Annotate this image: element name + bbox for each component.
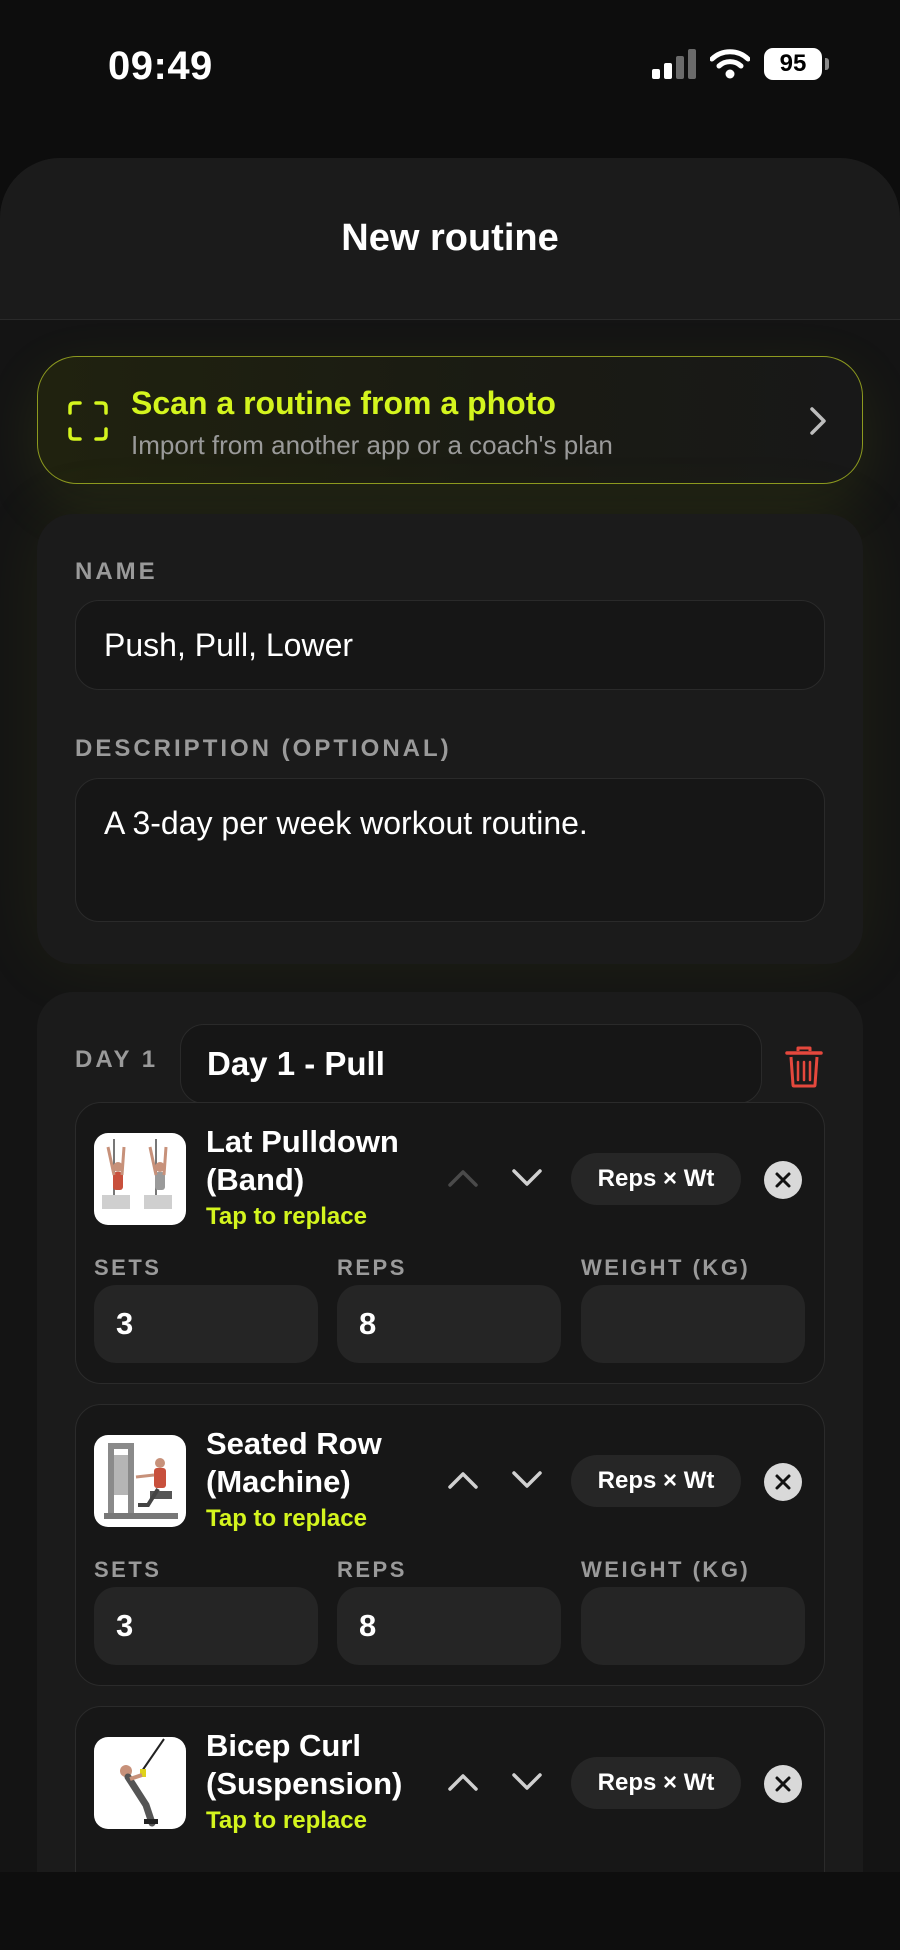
tap-to-replace-link[interactable]: Tap to replace (206, 1505, 367, 1533)
sets-label: SETS (94, 1255, 162, 1280)
move-up-icon[interactable] (446, 1469, 480, 1491)
bicep-curl-illustration (120, 1738, 165, 1827)
move-up-icon[interactable] (446, 1771, 480, 1793)
scan-routine-button[interactable]: Scan a routine from a photo Import from … (37, 356, 863, 484)
exercise-name[interactable]: Lat Pulldown (Band) (206, 1123, 436, 1199)
sets-input[interactable]: 3 (94, 1285, 318, 1363)
exercise-name-line2: (Machine) (206, 1464, 351, 1499)
day-card: DAY 1 Day 1 - Pull Lat Pulldown (Band) T… (37, 992, 863, 1950)
exercise-name[interactable]: Bicep Curl (Suspension) (206, 1727, 446, 1803)
mode-toggle-button[interactable]: Reps × Wt (571, 1153, 741, 1205)
status-bar: 09:49 95 (0, 0, 900, 130)
status-time: 09:49 (108, 44, 213, 88)
close-icon (775, 1172, 791, 1188)
exercise-name-line2: (Suspension) (206, 1766, 403, 1801)
day-label: DAY 1 (75, 1046, 159, 1073)
weight-label: WEIGHT (KG) (581, 1255, 751, 1280)
close-icon (775, 1776, 791, 1792)
routine-sheet: New routine Scan a routine from a photo … (0, 158, 900, 1950)
reps-label: REPS (337, 1557, 407, 1582)
scan-title: Scan a routine from a photo (131, 385, 556, 421)
description-field[interactable]: A 3-day per week workout routine. (75, 778, 825, 922)
routine-details-card: NAME Push, Pull, Lower DESCRIPTION (OPTI… (37, 514, 863, 964)
status-icons: 95 (652, 48, 829, 80)
exercise-thumbnail[interactable] (94, 1133, 186, 1225)
mode-toggle-button[interactable]: Reps × Wt (571, 1757, 741, 1809)
exercise-thumbnail[interactable] (94, 1737, 186, 1829)
tap-to-replace-link[interactable]: Tap to replace (206, 1807, 367, 1835)
new-routine-screen: 09:49 95 New routine Scan a routine from… (0, 0, 900, 1950)
day-name-field[interactable]: Day 1 - Pull (180, 1024, 762, 1104)
chevron-right-icon (810, 407, 826, 435)
exercise-name-line1: Lat Pulldown (206, 1124, 399, 1159)
reps-input[interactable]: 8 (337, 1587, 561, 1665)
wifi-icon (710, 49, 750, 79)
exercise-card: Seated Row (Machine) Tap to replace Reps… (75, 1404, 825, 1686)
scan-frame-icon (68, 401, 108, 441)
description-label: DESCRIPTION (OPTIONAL) (75, 735, 452, 762)
weight-label: WEIGHT (KG) (581, 1557, 751, 1582)
scan-texts: Scan a routine from a photo Import from … (131, 385, 613, 461)
scan-subtitle: Import from another app or a coach's pla… (131, 430, 613, 460)
seated-row-illustration (104, 1443, 178, 1519)
sheet-header: New routine (0, 158, 900, 320)
sets-input[interactable]: 3 (94, 1587, 318, 1665)
remove-exercise-button[interactable] (764, 1463, 802, 1501)
exercise-name[interactable]: Seated Row (Machine) (206, 1425, 436, 1501)
battery-indicator: 95 (764, 48, 829, 80)
move-down-icon[interactable] (510, 1469, 544, 1491)
sets-label: SETS (94, 1557, 162, 1582)
name-label: NAME (75, 558, 158, 585)
move-down-icon[interactable] (510, 1167, 544, 1189)
move-up-icon[interactable] (446, 1167, 480, 1189)
reps-input[interactable]: 8 (337, 1285, 561, 1363)
weight-input[interactable] (581, 1587, 805, 1665)
exercise-thumbnail[interactable] (94, 1435, 186, 1527)
exercise-name-line1: Bicep Curl (206, 1728, 362, 1763)
mode-toggle-button[interactable]: Reps × Wt (571, 1455, 741, 1507)
exercise-name-line2: (Band) (206, 1162, 305, 1197)
remove-exercise-button[interactable] (764, 1765, 802, 1803)
exercise-card: Lat Pulldown (Band) Tap to replace Reps … (75, 1102, 825, 1384)
reps-label: REPS (337, 1255, 407, 1280)
move-down-icon[interactable] (510, 1771, 544, 1793)
remove-exercise-button[interactable] (764, 1161, 802, 1199)
close-icon (775, 1474, 791, 1490)
page-title: New routine (341, 217, 559, 259)
exercise-name-line1: Seated Row (206, 1426, 382, 1461)
weight-input[interactable] (581, 1285, 805, 1363)
name-field[interactable]: Push, Pull, Lower (75, 600, 825, 690)
bottom-safe-area (0, 1872, 900, 1950)
lat-pulldown-illustration (102, 1139, 172, 1209)
trash-icon[interactable] (785, 1046, 823, 1088)
signal-icon (652, 49, 696, 79)
tap-to-replace-link[interactable]: Tap to replace (206, 1203, 367, 1231)
